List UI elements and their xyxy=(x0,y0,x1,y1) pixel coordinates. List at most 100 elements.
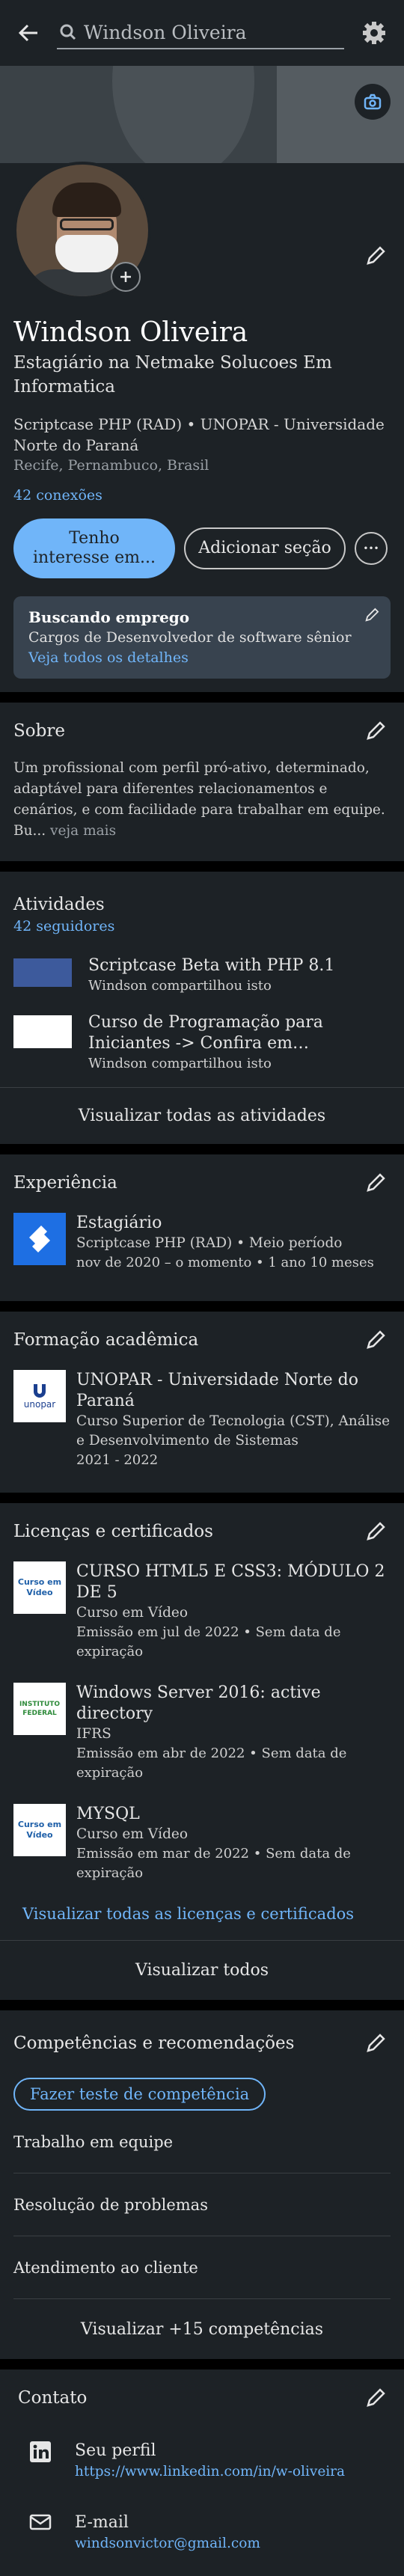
experience-title: Experiência xyxy=(13,1173,117,1193)
licenses-section: Licenças e certificados Curso em Vídeo C… xyxy=(0,1503,404,2000)
scriptcase-logo xyxy=(13,1213,66,1265)
education-degree: Curso Superior de Tecnologia (CST), Anál… xyxy=(76,1413,391,1448)
contact-section: Contato Seu perfil https://www.linkedin.… xyxy=(0,2370,404,2576)
experience-role: Estagiário xyxy=(76,1214,162,1232)
activity-post[interactable]: Curso de Programação para Iniciantes -> … xyxy=(13,1009,391,1087)
license-name: CURSO HTML5 E CSS3: MÓDULO 2 DE 5 xyxy=(76,1562,385,1602)
search-input[interactable]: Windson Oliveira xyxy=(57,16,344,49)
license-meta: Emissão em abr de 2022 • Sem data de exp… xyxy=(76,1746,347,1781)
license-item[interactable]: Curso em Vídeo MYSQL Curso em Vídeo Emis… xyxy=(13,1793,391,1894)
education-section: Formação acadêmica unopar UNOPAR - Unive… xyxy=(0,1312,404,1493)
profile-headline: Estagiário na Netmake Solucoes Em Inform… xyxy=(13,353,332,397)
add-photo-icon[interactable] xyxy=(111,262,141,292)
contact-value-link[interactable]: windsonvictor@gmail.com xyxy=(75,2534,260,2554)
pencil-icon[interactable] xyxy=(364,607,380,626)
view-all-button[interactable]: Visualizar todos xyxy=(0,1940,404,2000)
education-title: Formação acadêmica xyxy=(13,1330,199,1350)
unopar-logo: unopar xyxy=(13,1370,66,1422)
linkedin-icon xyxy=(28,2440,52,2467)
activity-post[interactable]: Scriptcase Beta with PHP 8.1 Windson com… xyxy=(13,936,391,1009)
license-name: Windows Server 2016: active directory xyxy=(76,1683,321,1723)
experience-dates: nov de 2020 – o momento • 1 ano 10 meses xyxy=(76,1255,374,1270)
search-icon xyxy=(60,24,76,40)
view-more-skills-button[interactable]: Visualizar +15 competências xyxy=(0,2299,404,2359)
about-text: Um profissional com perfil pró-ativo, de… xyxy=(13,758,391,842)
more-options-button[interactable]: ••• xyxy=(355,532,388,565)
license-issuer: Curso em Vídeo xyxy=(76,1605,189,1621)
pencil-icon[interactable] xyxy=(361,1168,391,1198)
search-value: Windson Oliveira xyxy=(84,21,247,43)
profile-location: Recife, Pernambuco, Brasil xyxy=(13,457,209,474)
profile-banner[interactable] xyxy=(0,66,404,163)
about-title: Sobre xyxy=(13,721,65,741)
post-thumbnail xyxy=(13,958,72,987)
license-issuer: Curso em Vídeo xyxy=(76,1826,189,1842)
contact-item[interactable]: Seu perfil https://www.linkedin.com/in/w… xyxy=(13,2428,391,2489)
open-to-work-link[interactable]: Veja todos os detalhes xyxy=(28,647,376,668)
about-section: Sobre Um profissional com perfil pró-ati… xyxy=(0,703,404,861)
top-bar: Windson Oliveira xyxy=(0,0,404,66)
open-to-work-card[interactable]: Buscando emprego Cargos de Desenvolvedor… xyxy=(13,596,391,679)
license-meta: Emissão em mar de 2022 • Sem data de exp… xyxy=(76,1846,351,1881)
contact-value-link[interactable]: https://www.linkedin.com/in/w-oliveira xyxy=(75,2462,345,2482)
logo-text: Curso em Vídeo xyxy=(17,1577,62,1597)
see-more-link[interactable]: veja mais xyxy=(46,823,116,839)
interest-button[interactable]: Tenho interesse em... xyxy=(13,518,175,578)
license-meta: Emissão em jul de 2022 • Sem data de exp… xyxy=(76,1624,341,1659)
add-section-button[interactable]: Adicionar seção xyxy=(184,527,346,569)
logo-text: Curso em Vídeo xyxy=(17,1820,62,1840)
view-all-licenses-link[interactable]: Visualizar todas as licenças e certifica… xyxy=(13,1894,391,1940)
connections-link[interactable]: 42 conexões xyxy=(13,486,391,505)
post-sub: Windson compartilhou isto xyxy=(88,978,272,994)
skill-test-button[interactable]: Fazer teste de competência xyxy=(13,2078,266,2111)
skill-item[interactable]: Resolução de problemas xyxy=(13,2173,391,2236)
pencil-icon[interactable] xyxy=(361,2028,391,2058)
education-school: UNOPAR - Universidade Norte do Paraná xyxy=(76,1371,359,1410)
contact-label: Seu perfil xyxy=(75,2441,156,2460)
followers-count[interactable]: 42 seguidores xyxy=(13,917,391,936)
pencil-icon[interactable] xyxy=(361,716,391,746)
education-item[interactable]: unopar UNOPAR - Universidade Norte do Pa… xyxy=(13,1355,391,1481)
skills-section: Competências e recomendações Fazer teste… xyxy=(0,2010,404,2359)
profile-name: Windson Oliveira xyxy=(13,317,248,348)
pencil-icon[interactable] xyxy=(361,1325,391,1355)
contact-item[interactable]: E-mail windsonvictor@gmail.com xyxy=(13,2500,391,2561)
skill-item[interactable]: Trabalho em equipe xyxy=(13,2111,391,2173)
licenses-title: Licenças e certificados xyxy=(13,1522,213,1541)
open-to-work-desc: Cargos de Desenvolvedor de software sêni… xyxy=(28,629,352,646)
license-issuer: IFRS xyxy=(76,1726,111,1742)
curso-em-video-logo: Curso em Vídeo xyxy=(13,1804,66,1856)
contact-title: Contato xyxy=(18,2388,88,2408)
education-years: 2021 - 2022 xyxy=(76,1452,159,1468)
experience-item[interactable]: Estagiário Scriptcase PHP (RAD) • Meio p… xyxy=(13,1198,391,1283)
experience-section: Experiência Estagiário Scriptcase PHP (R… xyxy=(0,1154,404,1301)
license-item[interactable]: INSTITUTO FEDERAL Windows Server 2016: a… xyxy=(13,1672,391,1793)
edit-intro-pencil-icon[interactable] xyxy=(361,241,391,271)
ifrs-logo: INSTITUTO FEDERAL xyxy=(13,1683,66,1735)
camera-icon[interactable] xyxy=(355,84,391,120)
post-sub: Windson compartilhou isto xyxy=(88,1056,272,1071)
profile-card: Windson Oliveira Estagiário na Netmake S… xyxy=(0,66,404,692)
contact-label: E-mail xyxy=(75,2513,129,2532)
gear-icon[interactable] xyxy=(358,16,391,49)
post-title: Scriptcase Beta with PHP 8.1 xyxy=(88,956,335,975)
activity-title: Atividades xyxy=(13,895,105,914)
unopar-logo-text: unopar xyxy=(23,1399,56,1410)
post-thumbnail xyxy=(13,1015,72,1048)
skill-item[interactable]: Atendimento ao cliente xyxy=(13,2236,391,2299)
envelope-icon xyxy=(28,2512,52,2536)
post-title: Curso de Programação para Iniciantes -> … xyxy=(88,1013,323,1053)
open-to-work-title: Buscando emprego xyxy=(28,608,190,626)
pencil-icon[interactable] xyxy=(361,2383,391,2413)
logo-text: INSTITUTO FEDERAL xyxy=(19,1701,61,1717)
curso-em-video-logo: Curso em Vídeo xyxy=(13,1561,66,1614)
view-all-activity-button[interactable]: Visualizar todas as atividades xyxy=(0,1087,404,1144)
back-arrow-icon[interactable] xyxy=(13,18,43,48)
license-name: MYSQL xyxy=(76,1805,140,1823)
pencil-icon[interactable] xyxy=(361,1517,391,1546)
license-item[interactable]: Curso em Vídeo CURSO HTML5 E CSS3: MÓDUL… xyxy=(13,1546,391,1672)
profile-education-line: Scriptcase PHP (RAD) • UNOPAR - Universi… xyxy=(13,415,385,454)
experience-company: Scriptcase PHP (RAD) • Meio período xyxy=(76,1235,343,1251)
skills-title: Competências e recomendações xyxy=(13,2034,295,2053)
more-dots-icon: ••• xyxy=(363,543,379,554)
